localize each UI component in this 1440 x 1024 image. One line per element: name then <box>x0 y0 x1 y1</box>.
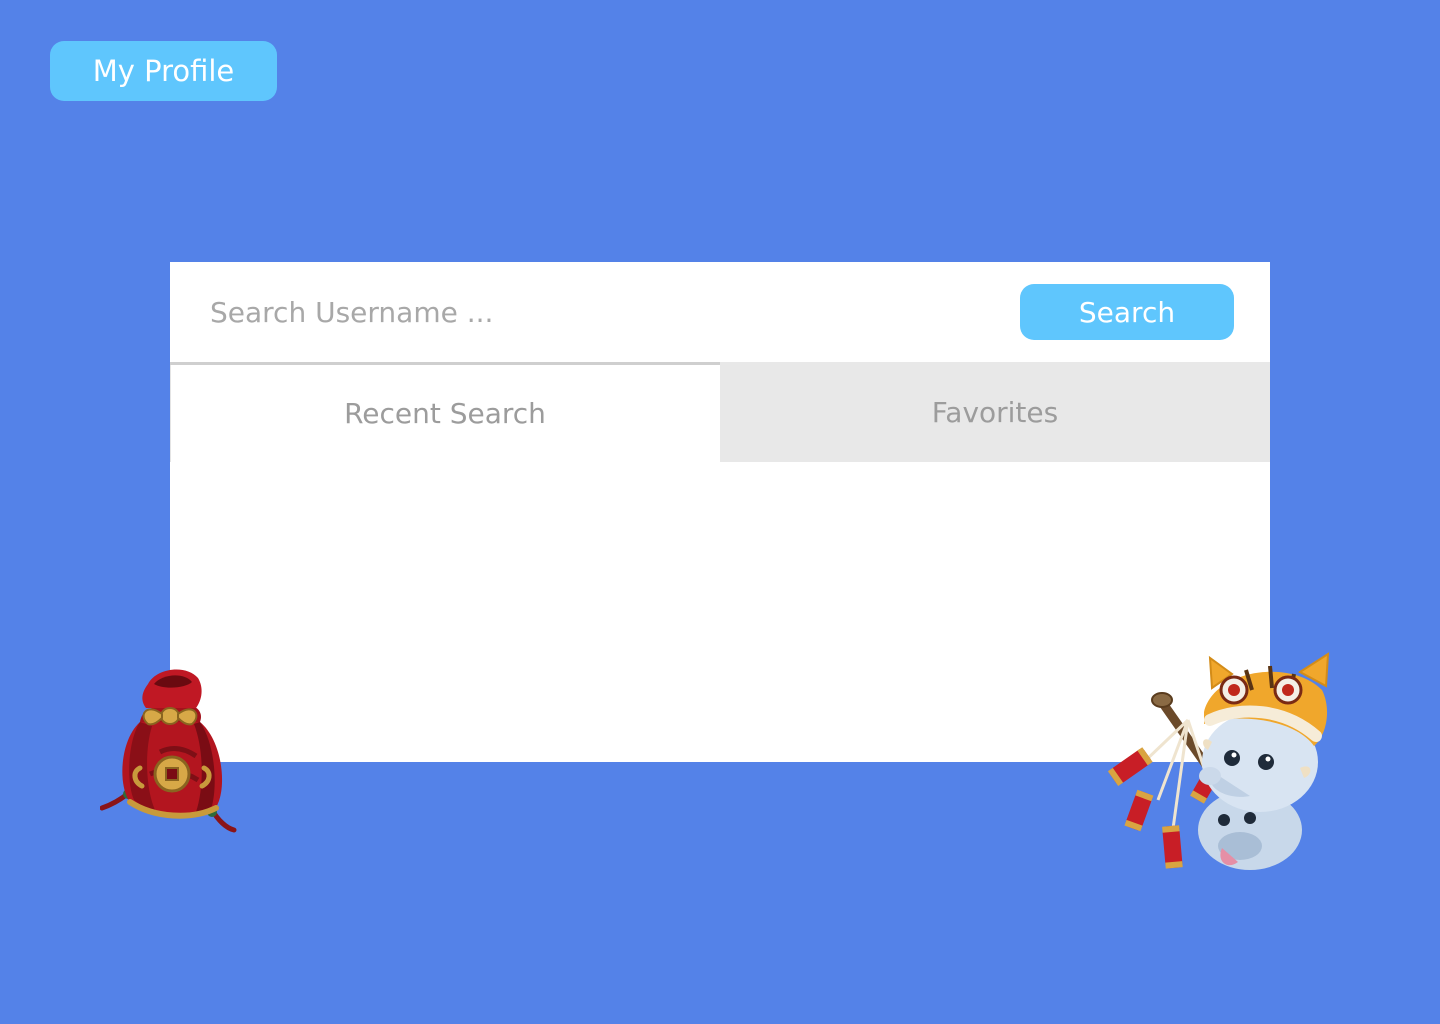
tab-favorites[interactable]: Favorites <box>720 362 1270 462</box>
tab-recent-search[interactable]: Recent Search <box>170 362 720 462</box>
tab-bar: Recent Search Favorites <box>170 362 1270 462</box>
tab-recent-search-label: Recent Search <box>344 397 546 430</box>
search-input[interactable] <box>210 290 970 334</box>
my-profile-button[interactable]: My Profile <box>50 41 277 101</box>
search-button[interactable]: Search <box>1020 284 1234 340</box>
lucky-bag-icon <box>100 669 237 833</box>
poro-tiger-firecracker-icon <box>1107 652 1330 870</box>
tab-favorites-label: Favorites <box>931 395 1059 429</box>
search-bar: Search <box>170 262 1270 362</box>
